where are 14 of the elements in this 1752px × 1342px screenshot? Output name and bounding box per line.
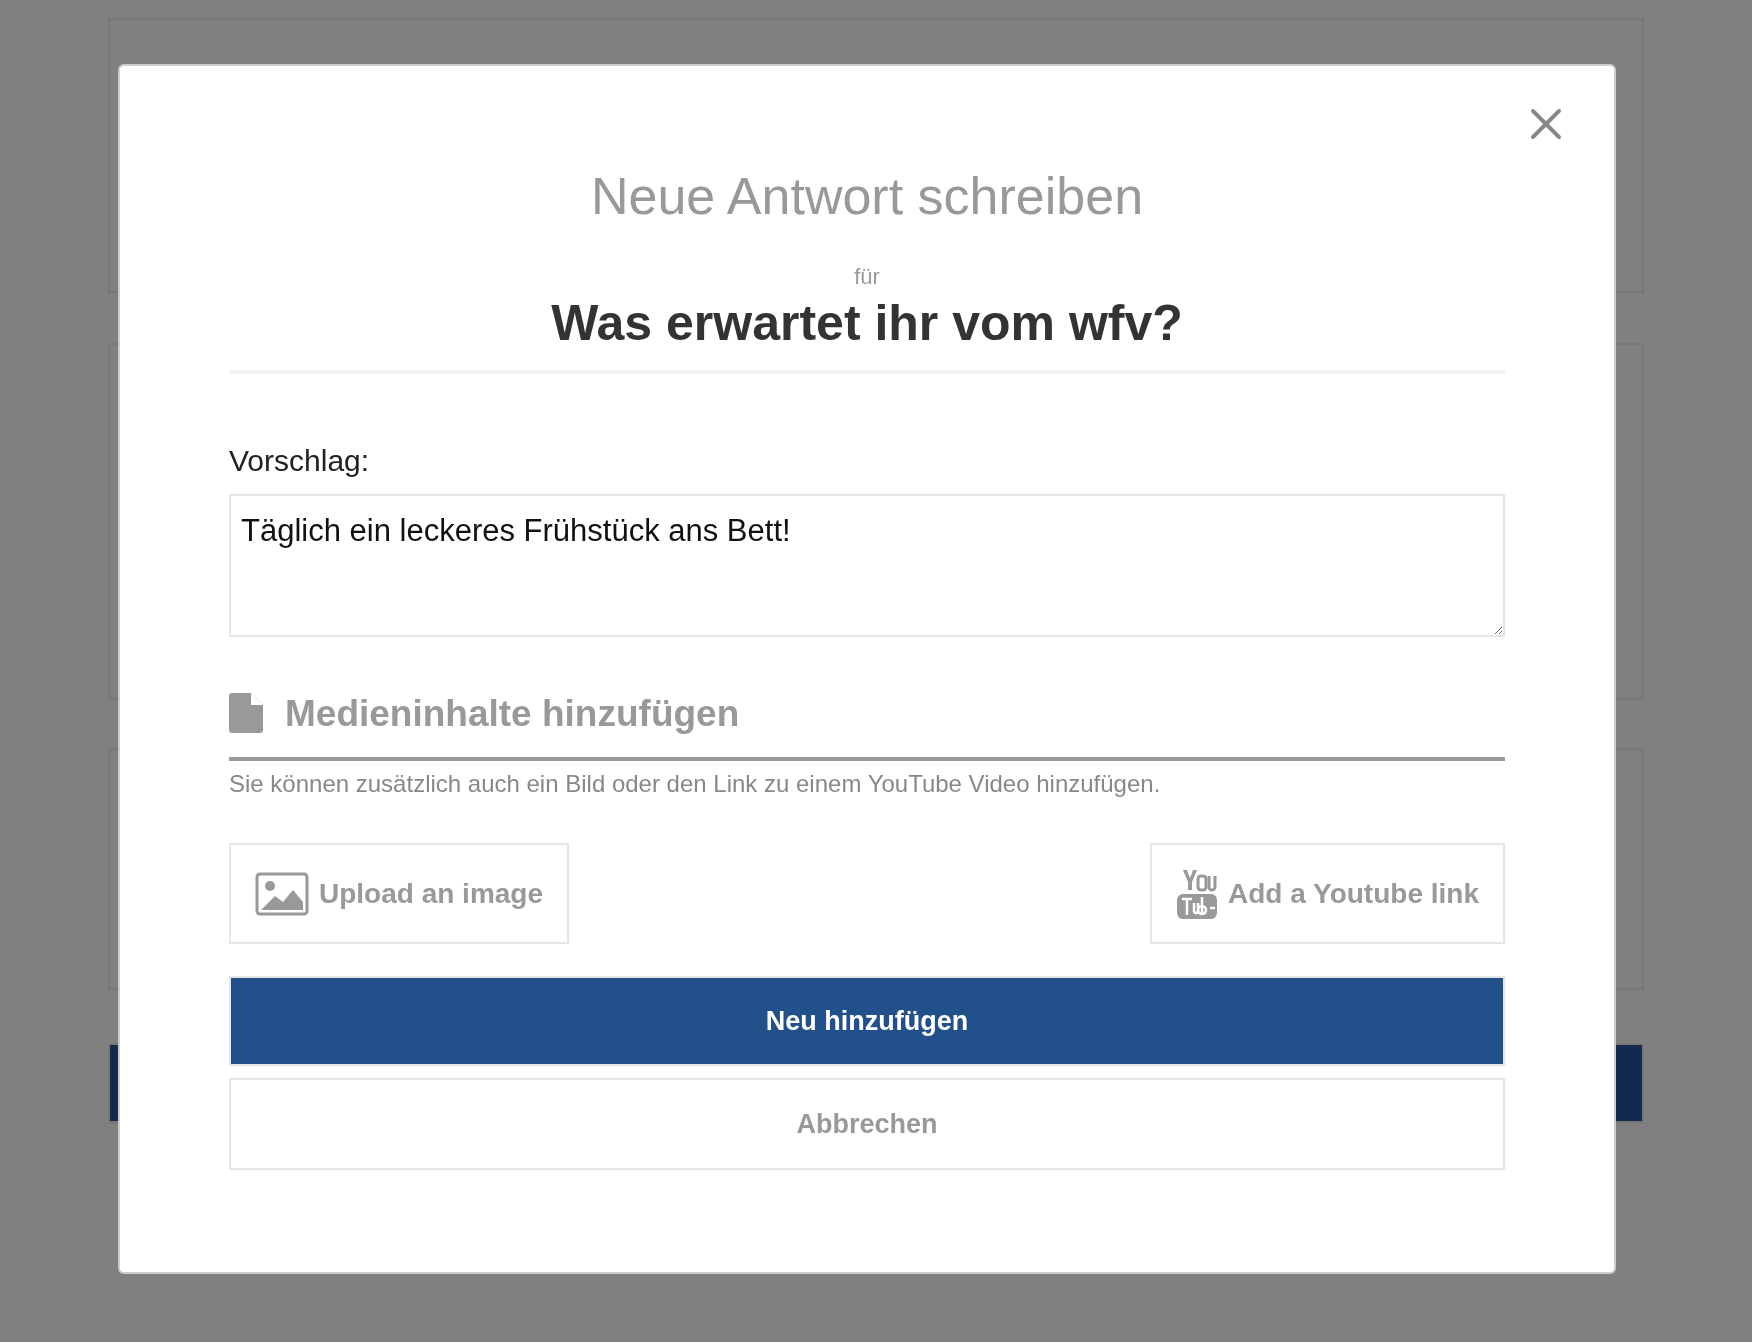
field-label: Vorschlag:	[229, 446, 371, 476]
cancel-button[interactable]: Abbrechen	[229, 1078, 1505, 1170]
add-new-button[interactable]: Neu hinzufügen	[229, 976, 1505, 1066]
youtube-link-button[interactable]: Add a Youtube link	[1150, 843, 1505, 944]
for-label: für	[854, 266, 880, 288]
dialog-title: Neue Antwort schreiben	[590, 170, 1144, 222]
tube-logo-icon	[1176, 867, 1218, 920]
suggestion-field[interactable]: Täglich ein leckeres Frühstück ans Bett!	[229, 494, 1505, 637]
image-icon	[255, 871, 309, 916]
document-icon	[229, 693, 263, 733]
upload-image-button[interactable]: Upload an image	[229, 843, 570, 944]
media-hint: Sie können zusätzlich auch ein Bild oder den Link zu einem YouTube Video hinzufügen.	[229, 769, 1162, 799]
question-title: Was erwartet ihr vom wfv?	[551, 298, 1183, 348]
media-heading: Medieninhalte hinzufügen	[285, 694, 740, 732]
